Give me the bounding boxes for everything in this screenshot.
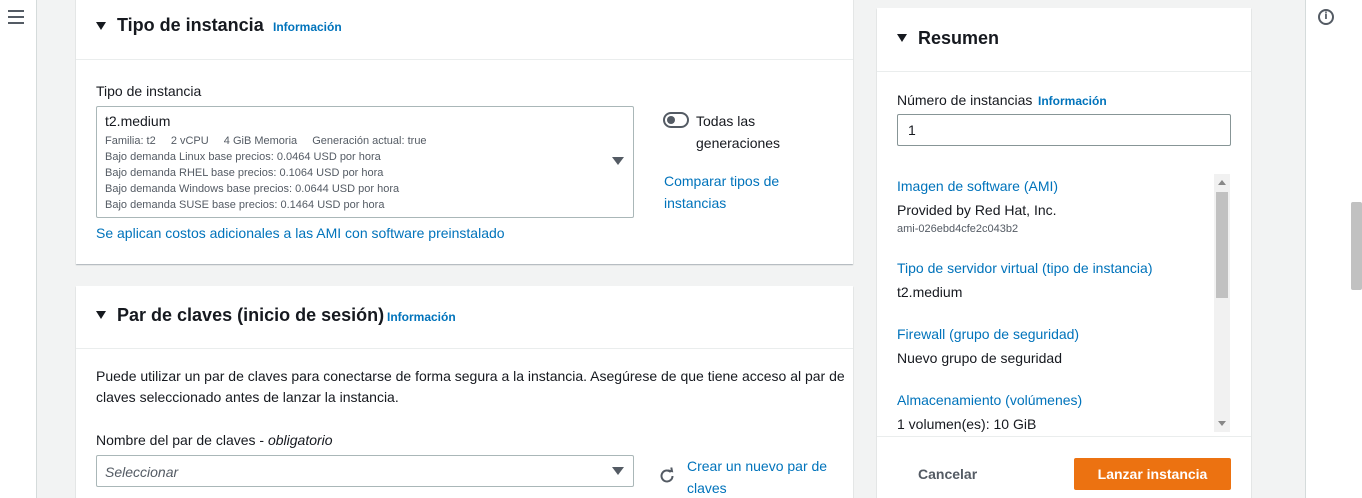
key-pair-panel: Par de claves (inicio de sesión) Informa… — [76, 286, 853, 498]
summary-scrollbar-thumb[interactable] — [1216, 192, 1228, 298]
instance-type-panel-header: Tipo de instancia Información — [76, 0, 853, 60]
compare-instance-types-link[interactable]: Comparar tipos de instancias — [664, 170, 779, 214]
create-key-pair-link[interactable]: Crear un nuevo par de claves — [687, 455, 827, 498]
instance-count-info-link[interactable]: Información — [1038, 94, 1107, 108]
scroll-up-arrow-icon[interactable] — [1218, 180, 1226, 185]
instance-type-select[interactable]: t2.medium Familia: t2 2 vCPU 4 GiB Memor… — [96, 106, 634, 218]
instance-memory: 4 GiB Memoria — [223, 135, 298, 147]
instance-type-panel: Tipo de instancia Información Tipo de in… — [76, 0, 853, 264]
compare-link-line2: instancias — [664, 195, 727, 211]
instance-count-label: Número de instancias — [897, 92, 1033, 108]
ami-additional-costs-link[interactable]: Se aplican costos adicionales a las AMI … — [96, 222, 505, 244]
create-link-line1: Crear un nuevo par de — [687, 458, 828, 474]
server-type-link[interactable]: Tipo de servidor virtual (tipo de instan… — [897, 257, 1153, 279]
rhel-price: Bajo demanda RHEL base precios: 0.1064 U… — [105, 167, 384, 179]
firewall-link[interactable]: Firewall (grupo de seguridad) — [897, 323, 1079, 345]
selected-instance-name: t2.medium — [105, 113, 171, 129]
right-help-rail: i — [1305, 0, 1362, 498]
all-generations-label-line1: Todas las — [696, 113, 756, 129]
ami-id: ami-026ebd4cfe2c043b2 — [897, 223, 1019, 235]
hamburger-menu-icon[interactable] — [8, 10, 24, 24]
storage-link[interactable]: Almacenamiento (volúmenes) — [897, 389, 1082, 411]
compare-link-line1: Comparar tipos de — [664, 173, 780, 189]
instance-type-field-label: Tipo de instancia — [96, 83, 202, 99]
instance-generation: Generación actual: true — [312, 135, 427, 147]
instance-family: Familia: t2 — [105, 135, 156, 147]
left-nav-rail — [0, 0, 37, 498]
instance-count-input[interactable]: 1 — [897, 114, 1231, 146]
suse-price: Bajo demanda SUSE base precios: 0.1464 U… — [105, 199, 385, 211]
ami-value: Provided by Red Hat, Inc. — [897, 202, 1057, 218]
key-pair-description-line1: Puede utilizar un par de claves para con… — [96, 368, 845, 384]
instance-vcpu: 2 vCPU — [170, 135, 209, 147]
instance-type-info-link[interactable]: Información — [273, 20, 342, 34]
summary-panel-header: Resumen — [877, 8, 1251, 72]
key-pair-info-link[interactable]: Información — [387, 310, 456, 324]
chevron-down-icon — [612, 157, 624, 165]
firewall-value: Nuevo grupo de seguridad — [897, 350, 1063, 366]
key-pair-panel-header: Par de claves (inicio de sesión) Informa… — [76, 286, 853, 349]
collapse-caret-icon[interactable] — [897, 34, 907, 42]
collapse-caret-icon[interactable] — [96, 311, 106, 319]
key-pair-select[interactable]: Seleccionar — [96, 455, 634, 487]
key-pair-description: Puede utilizar un par de claves para con… — [96, 366, 845, 408]
footer-divider — [877, 436, 1251, 437]
summary-heading: Resumen — [918, 28, 1000, 48]
server-type-value: t2.medium — [897, 284, 963, 300]
windows-price: Bajo demanda Windows base precios: 0.064… — [105, 183, 400, 195]
refresh-icon[interactable] — [658, 467, 676, 485]
cancel-button[interactable]: Cancelar — [918, 466, 977, 482]
key-pair-select-placeholder: Seleccionar — [105, 464, 179, 480]
collapse-caret-icon[interactable] — [96, 22, 106, 30]
instance-type-heading: Tipo de instancia — [117, 15, 264, 35]
required-marker: obligatorio — [267, 432, 333, 448]
key-pair-field-label: Nombre del par de claves - obligatorio — [96, 432, 333, 448]
instance-specs-row: Familia: t2 2 vCPU 4 GiB Memoria Generac… — [105, 133, 427, 149]
ami-link[interactable]: Imagen de software (AMI) — [897, 175, 1058, 197]
scroll-down-arrow-icon[interactable] — [1218, 421, 1226, 426]
key-pair-description-line2: claves seleccionado antes de lanzar la i… — [96, 389, 399, 405]
linux-price: Bajo demanda Linux base precios: 0.0464 … — [105, 151, 381, 163]
info-circle-icon[interactable]: i — [1318, 9, 1334, 25]
key-pair-heading: Par de claves (inicio de sesión) — [117, 305, 385, 325]
all-generations-toggle[interactable] — [663, 112, 689, 128]
chevron-down-icon — [612, 467, 624, 475]
launch-instance-button[interactable]: Lanzar instancia — [1074, 458, 1231, 490]
page-scrollbar-thumb[interactable] — [1351, 202, 1362, 290]
toggle-knob — [667, 116, 675, 124]
key-pair-field-label-text: Nombre del par de claves - — [96, 432, 268, 448]
storage-value: 1 volumen(es): 10 GiB — [897, 416, 1037, 432]
create-link-line2: claves — [687, 480, 727, 496]
all-generations-label-line2: generaciones — [696, 135, 781, 151]
all-generations-label: Todas las generaciones — [696, 110, 780, 154]
instance-count-value: 1 — [908, 122, 916, 138]
